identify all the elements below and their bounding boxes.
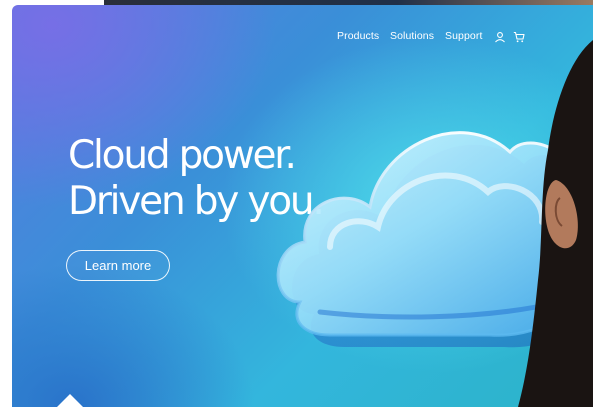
nav-products[interactable]: Products — [337, 29, 379, 43]
photo-frame: Products Solutions Support Cloud power. … — [0, 0, 593, 407]
website-hero: Products Solutions Support Cloud power. … — [12, 5, 593, 407]
nav-solutions[interactable]: Solutions — [390, 29, 434, 43]
user-icon[interactable] — [494, 30, 506, 43]
cursor-pointer-icon — [57, 394, 83, 407]
nav-support[interactable]: Support — [445, 29, 482, 43]
person-silhouette — [518, 40, 593, 407]
learn-more-button[interactable]: Learn more — [66, 250, 170, 281]
top-nav: Products Solutions Support — [12, 29, 593, 49]
